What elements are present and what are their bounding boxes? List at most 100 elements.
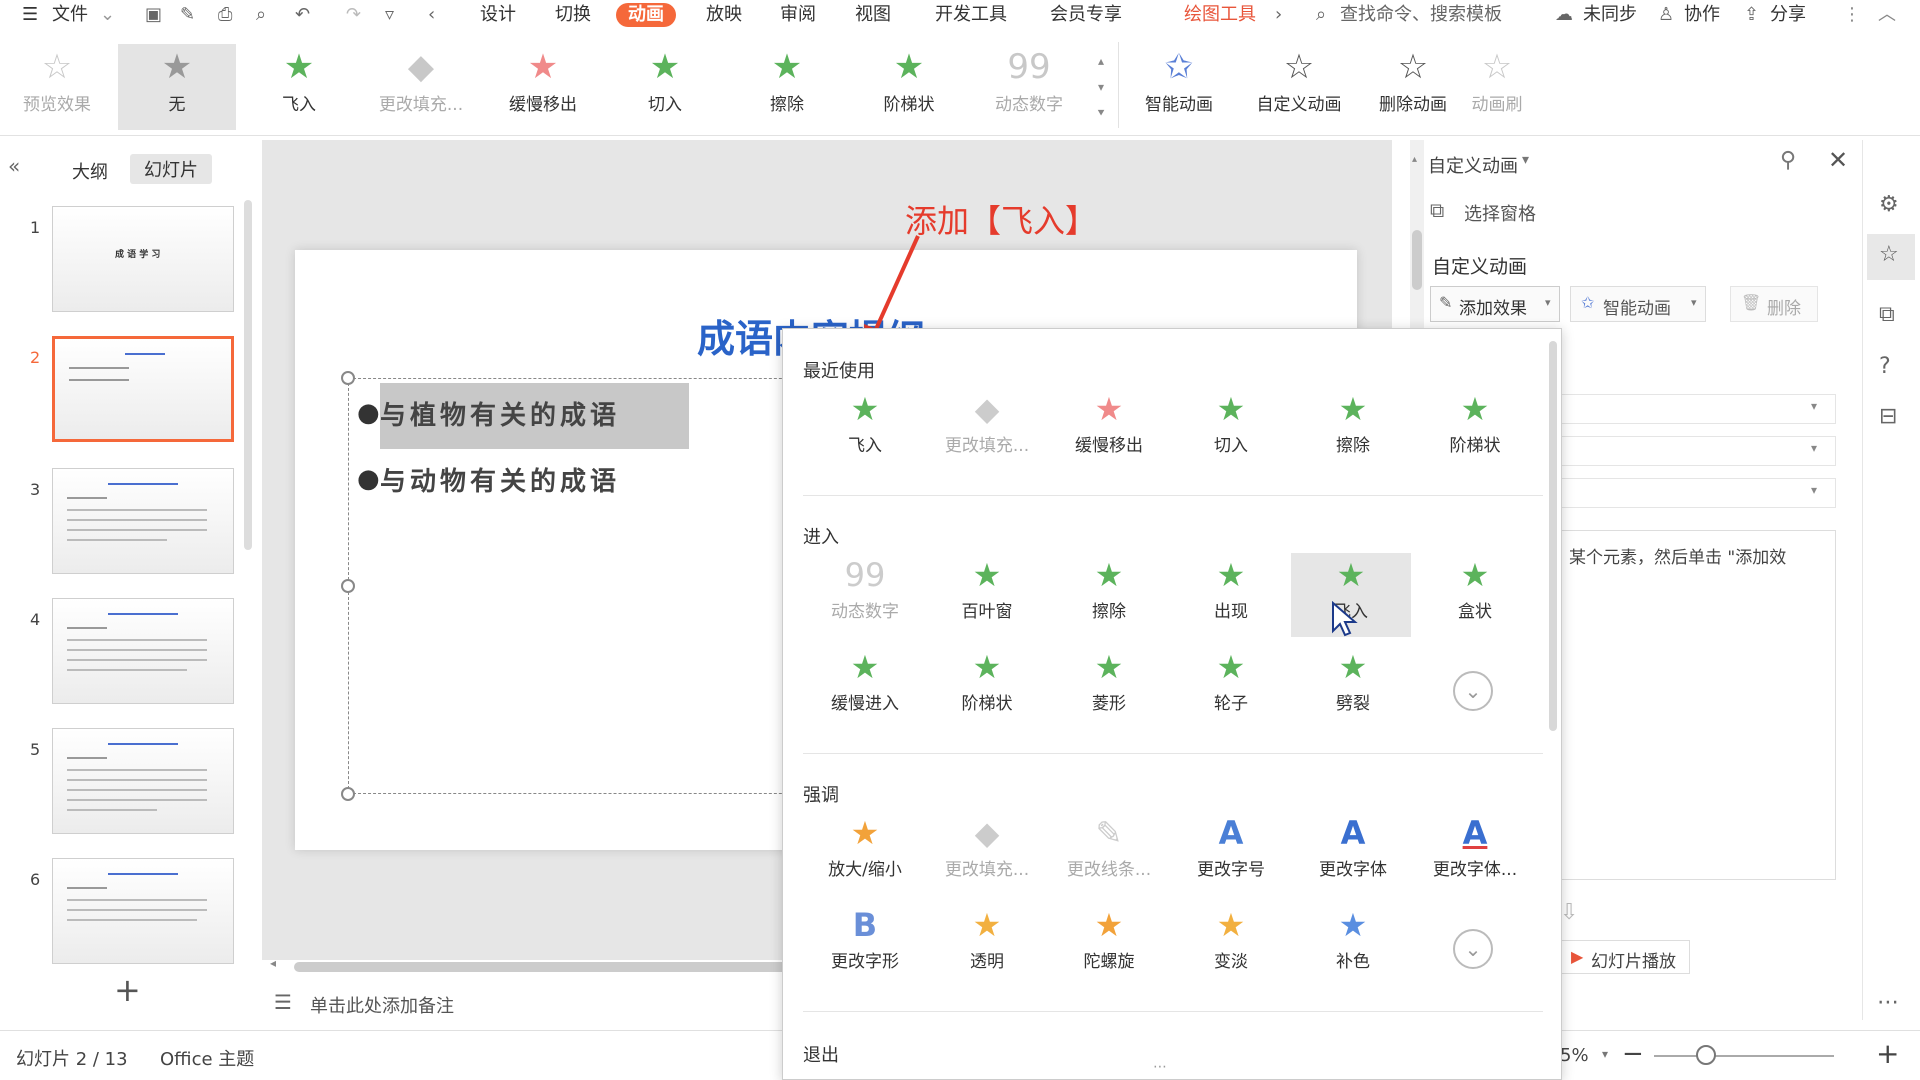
theme-name[interactable]: Office 主题	[160, 1045, 254, 1071]
command-search[interactable]: 查找命令、搜索模板	[1340, 3, 1502, 27]
effect-stairs[interactable]: ★ 阶梯状	[854, 44, 964, 130]
pane-scroll-thumb[interactable]	[1412, 230, 1422, 290]
smart-animation-dropdown[interactable]: ✩ 智能动画 ▾	[1570, 286, 1706, 322]
pane-title[interactable]: 自定义动画	[1428, 152, 1518, 178]
zoom-in-icon[interactable]: +	[1876, 1037, 1899, 1070]
enter-box[interactable]: ★ 盒状	[1415, 553, 1535, 637]
tabs-scroll-left-icon[interactable]: ‹	[428, 3, 435, 27]
tabs-scroll-right-icon[interactable]: ›	[1275, 3, 1282, 27]
gallery-scroll[interactable]: ▴ ▾ ⯆	[1094, 48, 1108, 128]
enter-wipe[interactable]: ★ 擦除	[1049, 553, 1169, 637]
animation-brush-button[interactable]: ☆ 动画刷	[1452, 44, 1542, 130]
slide-thumbnail-4[interactable]	[52, 598, 234, 704]
chevron-down-icon[interactable]: ⌄	[100, 3, 115, 27]
resize-grip-icon[interactable]: ⋯	[1153, 1059, 1167, 1075]
enter-slow-in[interactable]: ★ 缓慢进入	[805, 645, 925, 729]
enter-split[interactable]: ★ 劈裂	[1293, 645, 1413, 729]
bullet-text[interactable]: 与植物有关的成语	[380, 395, 620, 432]
enter-appear[interactable]: ★ 出现	[1171, 553, 1291, 637]
start-dropdown[interactable]: ▾	[1560, 394, 1836, 424]
custom-animation-button[interactable]: ☆ 自定义动画	[1244, 44, 1354, 130]
tab-drawing-tools[interactable]: 绘图工具	[1184, 3, 1256, 27]
enter-diamond[interactable]: ★ 菱形	[1049, 645, 1169, 729]
sync-status[interactable]: 未同步	[1583, 3, 1637, 27]
emph-font-style[interactable]: B 更改字形	[805, 903, 925, 987]
effect-change-fill[interactable]: ◆ 更改填充...	[366, 44, 476, 130]
hamburger-icon[interactable]: ☰	[22, 3, 38, 27]
tab-view[interactable]: 视图	[855, 3, 891, 27]
recent-wipe[interactable]: ★ 擦除	[1293, 387, 1413, 471]
property-dropdown[interactable]: ▾	[1560, 436, 1836, 466]
recent-cut-in[interactable]: ★ 切入	[1171, 387, 1291, 471]
share-button[interactable]: 分享	[1770, 3, 1806, 27]
scroll-up-icon[interactable]: ▴	[1412, 154, 1417, 165]
preview-effect-button[interactable]: ☆ 预览效果	[2, 44, 112, 130]
thumbnail-scrollbar[interactable]	[244, 200, 252, 550]
emph-complementary[interactable]: ★ 补色	[1293, 903, 1413, 987]
recent-fly-in[interactable]: ★ 飞入	[805, 387, 925, 471]
slide-thumbnail-1[interactable]: 成 语 学 习	[52, 206, 234, 312]
tab-review[interactable]: 审阅	[780, 3, 816, 27]
effect-cut-in[interactable]: ★ 切入	[610, 44, 720, 130]
scroll-thumb[interactable]	[294, 962, 794, 972]
expand-more-icon[interactable]: ⌄	[1453, 929, 1493, 969]
effect-dynamic-number[interactable]: 99 动态数字	[974, 44, 1084, 130]
zoom-slider-thumb[interactable]	[1696, 1045, 1716, 1065]
slide-switch-icon[interactable]: ⧉	[1879, 302, 1895, 327]
emph-fade[interactable]: ★ 变淡	[1171, 903, 1291, 987]
resize-handle[interactable]	[341, 787, 355, 801]
canvas-h-scrollbar[interactable]: ◂	[270, 956, 794, 974]
slide-thumbnail-5[interactable]	[52, 728, 234, 834]
pin-icon[interactable]: ⚲	[1780, 148, 1796, 173]
tab-slideshow[interactable]: 放映	[706, 3, 742, 27]
tab-design[interactable]: 设计	[480, 3, 516, 27]
collab-button[interactable]: 协作	[1684, 3, 1720, 27]
resize-handle[interactable]	[341, 579, 355, 593]
tab-slides[interactable]: 幻灯片	[130, 154, 212, 184]
collapse-ribbon-icon[interactable]: ︿	[1878, 3, 1896, 27]
zoom-level[interactable]: 5%	[1560, 1045, 1589, 1066]
undo-icon[interactable]: ↶	[295, 3, 310, 27]
bullet-text[interactable]: 与动物有关的成语	[380, 461, 620, 498]
emph-change-line[interactable]: ✎ 更改线条...	[1049, 811, 1169, 895]
tab-developer[interactable]: 开发工具	[935, 3, 1007, 27]
delete-effect-button[interactable]: 🗑 删除	[1730, 286, 1818, 322]
settings-sliders-icon[interactable]: ⚙	[1879, 192, 1899, 217]
emph-change-fill[interactable]: ◆ 更改填充...	[927, 811, 1047, 895]
animation-pane-toggle[interactable]: ☆	[1867, 234, 1915, 280]
enter-blinds[interactable]: ★ 百叶窗	[927, 553, 1047, 637]
expand-more-icon[interactable]: ⌄	[1453, 671, 1493, 711]
emph-font-color[interactable]: A 更改字体...	[1415, 811, 1535, 895]
add-effect-button[interactable]: ✎ 添加效果 ▾	[1430, 286, 1560, 322]
effect-slow-out[interactable]: ★ 缓慢移出	[488, 44, 598, 130]
notes-bar[interactable]: ☰ 单击此处添加备注	[262, 980, 782, 1024]
slide-thumbnail-2[interactable]	[52, 336, 234, 442]
effect-fly-in[interactable]: ★ 飞入	[244, 44, 354, 130]
effect-none[interactable]: ★ 无	[118, 44, 236, 130]
emph-grow-shrink[interactable]: ★ 放大/缩小	[805, 811, 925, 895]
more-icon[interactable]: ⋯	[1877, 990, 1899, 1015]
recent-slow-out[interactable]: ★ 缓慢移出	[1049, 387, 1169, 471]
zoom-out-icon[interactable]: −	[1622, 1039, 1644, 1069]
recent-stairs[interactable]: ★ 阶梯状	[1415, 387, 1535, 471]
redo-icon[interactable]: ↷	[346, 3, 361, 27]
emph-font-size[interactable]: A 更改字号	[1171, 811, 1291, 895]
selection-pane-button[interactable]: 选择窗格	[1464, 200, 1536, 226]
animation-list[interactable]: 某个元素，然后单击 "添加效	[1560, 530, 1836, 880]
smart-animation-button[interactable]: ✩ 智能动画	[1124, 44, 1234, 130]
collapse-pane-icon[interactable]: «	[8, 154, 20, 178]
print-preview-icon[interactable]: ⌕	[256, 3, 266, 27]
emph-spin[interactable]: ★ 陀螺旋	[1049, 903, 1169, 987]
format-painter-icon[interactable]: ✎	[180, 3, 195, 27]
quick-access-more-icon[interactable]: ▿	[385, 3, 394, 27]
slide-thumbnail-6[interactable]	[52, 858, 234, 964]
emph-transparency[interactable]: ★ 透明	[927, 903, 1047, 987]
chevron-down-icon[interactable]: ▾	[1602, 1047, 1608, 1061]
scroll-left-icon[interactable]: ◂	[270, 956, 276, 970]
enter-wheel[interactable]: ★ 轮子	[1171, 645, 1291, 729]
slideshow-play-button[interactable]: ▶ 幻灯片播放	[1560, 940, 1690, 974]
resize-handle[interactable]	[341, 371, 355, 385]
add-slide-icon[interactable]: +	[114, 974, 141, 1006]
menu-file[interactable]: 文件	[52, 3, 88, 27]
enter-stairs[interactable]: ★ 阶梯状	[927, 645, 1047, 729]
